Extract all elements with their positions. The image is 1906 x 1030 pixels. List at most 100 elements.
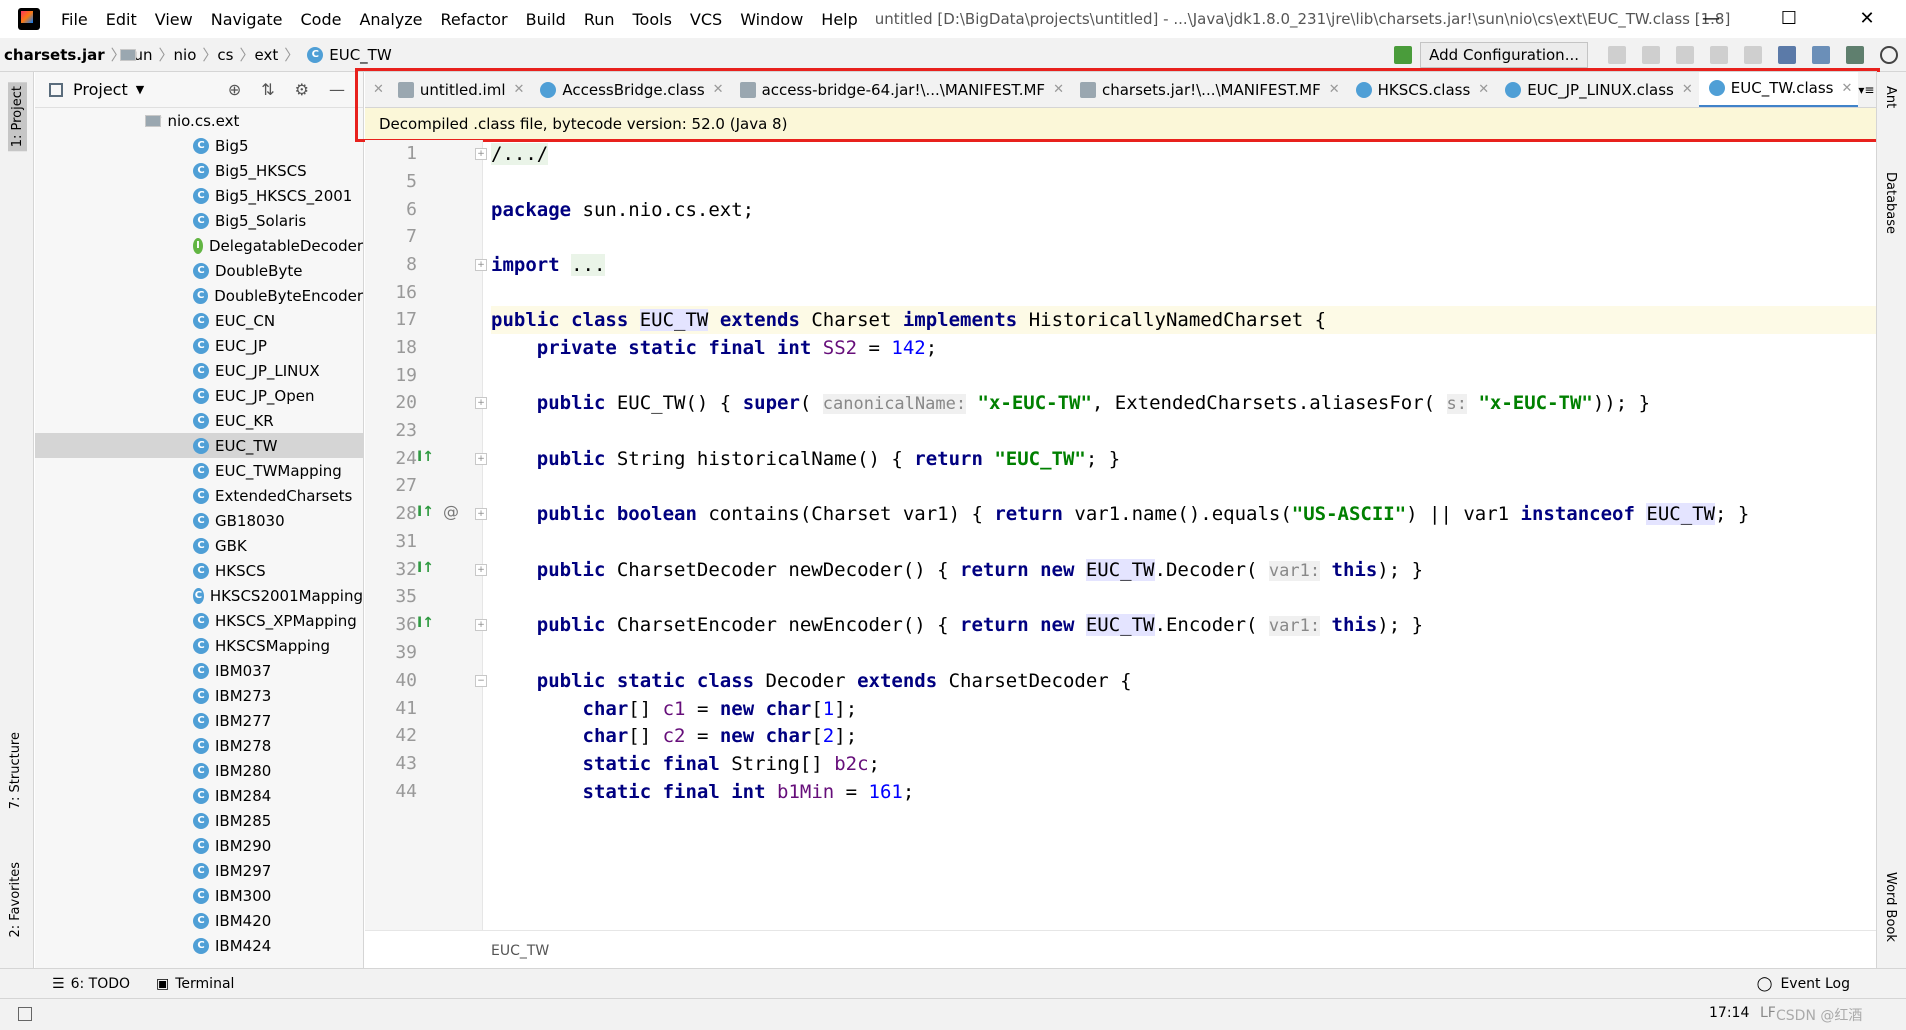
- menu-item-file[interactable]: File: [61, 10, 88, 29]
- menu-item-build[interactable]: Build: [526, 10, 566, 29]
- tree-package-row[interactable]: ▼nio.cs.ext: [35, 108, 363, 133]
- tree-class-row[interactable]: C IBM278: [35, 733, 363, 758]
- ant-tool-tab[interactable]: Ant: [1883, 86, 1898, 108]
- editor-tab[interactable]: AccessBridge.class ✕: [530, 72, 729, 107]
- fold-icon[interactable]: +: [475, 453, 487, 465]
- presentation-icon[interactable]: [1846, 46, 1864, 64]
- implements-marker-icon[interactable]: I↑: [417, 615, 437, 635]
- tree-class-row[interactable]: C EUC_JP_LINUX: [35, 358, 363, 383]
- editor-tab[interactable]: access-bridge-64.jar!\...\MANIFEST.MF ✕: [730, 72, 1070, 107]
- profile-icon[interactable]: [1710, 46, 1728, 64]
- build-hammer-icon[interactable]: [1394, 46, 1413, 64]
- search-icon[interactable]: [1880, 46, 1898, 64]
- fold-icon[interactable]: +: [475, 397, 487, 409]
- database-tool-tab[interactable]: Database: [1883, 172, 1898, 234]
- implements-marker-icon[interactable]: I↑: [417, 560, 437, 580]
- breadcrumb-item[interactable]: nio: [174, 46, 197, 64]
- tree-class-row[interactable]: C HKSCS: [35, 558, 363, 583]
- menu-item-refactor[interactable]: Refactor: [441, 10, 508, 29]
- tree-class-row[interactable]: C ExtendedCharsets: [35, 483, 363, 508]
- editor-tab[interactable]: charsets.jar!\...\MANIFEST.MF ✕: [1070, 72, 1346, 107]
- menu-item-navigate[interactable]: Navigate: [211, 10, 283, 29]
- event-log-tab[interactable]: Event Log: [1780, 976, 1850, 992]
- close-icon[interactable]: ✕: [1842, 81, 1853, 96]
- fold-icon[interactable]: −: [475, 675, 487, 687]
- project-structure-icon[interactable]: [1778, 46, 1796, 64]
- fold-icon[interactable]: +: [475, 564, 487, 576]
- breadcrumb-item[interactable]: EUC_TW: [329, 46, 391, 64]
- favorites-tool-tab[interactable]: 2: Favorites: [8, 862, 23, 938]
- tree-class-row[interactable]: C IBM297: [35, 858, 363, 883]
- editor-tab[interactable]: HKSCS.class ✕: [1346, 72, 1496, 107]
- tree-class-row[interactable]: C EUC_JP: [35, 333, 363, 358]
- menu-item-help[interactable]: Help: [821, 10, 857, 29]
- tree-class-row[interactable]: C IBM290: [35, 833, 363, 858]
- fold-icon[interactable]: +: [475, 508, 487, 520]
- tree-class-row[interactable]: C IBM285: [35, 808, 363, 833]
- tree-class-row[interactable]: C Big5_HKSCS: [35, 158, 363, 183]
- run-icon[interactable]: [1608, 46, 1626, 64]
- debug-icon[interactable]: [1642, 46, 1660, 64]
- fold-icon[interactable]: +: [475, 148, 487, 160]
- word-book-tool-tab[interactable]: Word Book: [1883, 872, 1898, 942]
- tree-class-row[interactable]: C HKSCS2001Mapping: [35, 583, 363, 608]
- gear-icon[interactable]: ⚙: [295, 80, 309, 99]
- stop-icon[interactable]: [1744, 46, 1762, 64]
- close-icon[interactable]: ✕: [1682, 82, 1693, 97]
- toggle-tool-windows-icon[interactable]: [18, 1007, 32, 1021]
- fold-icon[interactable]: +: [475, 259, 487, 271]
- menu-item-edit[interactable]: Edit: [106, 10, 137, 29]
- menu-item-window[interactable]: Window: [740, 10, 803, 29]
- tree-class-row[interactable]: C IBM037: [35, 658, 363, 683]
- tree-class-row[interactable]: C DoubleByteEncoder: [35, 283, 363, 308]
- tree-class-row[interactable]: C Big5: [35, 133, 363, 158]
- breadcrumb-item[interactable]: ext: [254, 46, 278, 64]
- tree-class-row[interactable]: C EUC_TW: [35, 433, 363, 458]
- close-icon[interactable]: ✕: [513, 82, 524, 97]
- add-configuration-button[interactable]: Add Configuration...: [1420, 42, 1588, 68]
- close-icon[interactable]: ✕: [373, 82, 384, 97]
- implements-marker-icon[interactable]: I↑: [417, 504, 437, 524]
- tree-class-row[interactable]: C EUC_CN: [35, 308, 363, 333]
- tree-class-row[interactable]: C DoubleByte: [35, 258, 363, 283]
- tree-class-row[interactable]: C EUC_JP_Open: [35, 383, 363, 408]
- code-view[interactable]: /.../ package sun.nio.cs.ext; import ...…: [491, 140, 1876, 930]
- locate-icon[interactable]: ⊕: [228, 80, 241, 99]
- tree-class-row[interactable]: C EUC_TWMapping: [35, 458, 363, 483]
- tree-class-row[interactable]: I DelegatableDecoder: [35, 233, 363, 258]
- caret-position[interactable]: 17:14: [1709, 1005, 1749, 1021]
- tree-class-row[interactable]: C Big5_Solaris: [35, 208, 363, 233]
- tree-class-row[interactable]: C GB18030: [35, 508, 363, 533]
- tree-class-row[interactable]: C EUC_KR: [35, 408, 363, 433]
- close-icon[interactable]: ✕: [713, 82, 724, 97]
- tree-class-row[interactable]: C IBM420: [35, 908, 363, 933]
- annotation-marker-icon[interactable]: @: [443, 502, 459, 521]
- breadcrumb-item[interactable]: cs: [217, 46, 233, 64]
- tree-class-row[interactable]: C IBM300: [35, 883, 363, 908]
- tree-class-row[interactable]: C HKSCSMapping: [35, 633, 363, 658]
- menu-item-tools[interactable]: Tools: [633, 10, 672, 29]
- close-icon[interactable]: ✕: [1478, 82, 1489, 97]
- close-icon[interactable]: ✕: [1828, 0, 1906, 38]
- minimize-icon[interactable]: —: [1672, 0, 1750, 38]
- collapse-icon[interactable]: ⇅: [261, 80, 274, 99]
- maximize-icon[interactable]: ☐: [1750, 0, 1828, 38]
- tree-class-row[interactable]: C IBM424: [35, 933, 363, 958]
- tree-class-row[interactable]: C IBM280: [35, 758, 363, 783]
- line-separator[interactable]: LF: [1760, 1005, 1776, 1021]
- breadcrumb-item[interactable]: charsets.jar: [4, 46, 105, 64]
- tree-class-row[interactable]: C IBM273: [35, 683, 363, 708]
- menu-item-vcs[interactable]: VCS: [690, 10, 722, 29]
- tree-class-row[interactable]: C IBM284: [35, 783, 363, 808]
- implements-marker-icon[interactable]: I↑: [417, 449, 437, 469]
- menu-item-code[interactable]: Code: [301, 10, 342, 29]
- chevron-down-icon[interactable]: ▼: [136, 83, 144, 96]
- translate-icon[interactable]: [1812, 46, 1830, 64]
- terminal-tab[interactable]: Terminal: [175, 976, 234, 992]
- menu-item-analyze[interactable]: Analyze: [359, 10, 422, 29]
- close-icon[interactable]: ✕: [1053, 82, 1064, 97]
- tree-class-row[interactable]: C HKSCS_XPMapping: [35, 608, 363, 633]
- hide-icon[interactable]: —: [329, 80, 345, 99]
- menu-item-view[interactable]: View: [155, 10, 193, 29]
- menu-item-run[interactable]: Run: [584, 10, 615, 29]
